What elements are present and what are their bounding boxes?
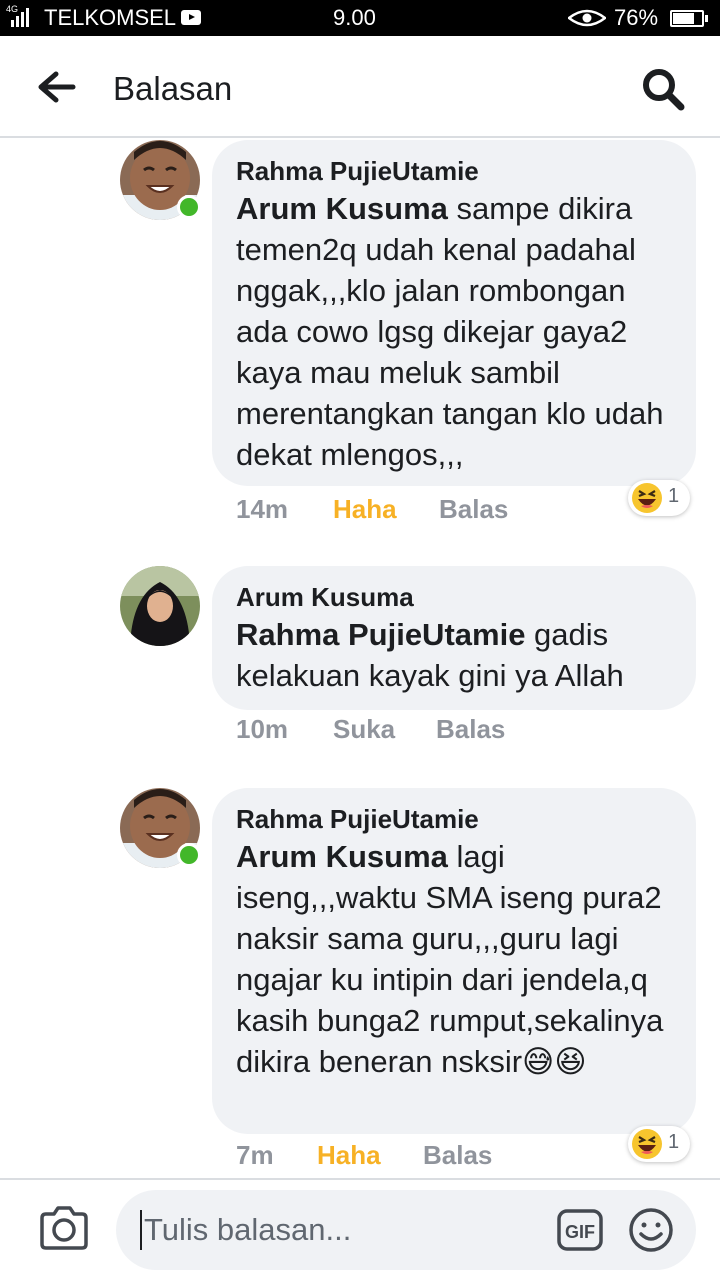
comment-time: 14m (236, 494, 289, 524)
reply-thread: Rahma PujieUtamie Arum Kusuma sampe diki… (0, 138, 720, 1178)
reply-input[interactable]: Tulis balasan... GIF (116, 1190, 696, 1270)
like-button[interactable]: Suka (333, 714, 395, 745)
status-bar: 4G TELKOMSEL 9.00 76% (0, 0, 720, 36)
reaction-summary[interactable]: 1 (628, 480, 690, 516)
comment-bubble[interactable]: Rahma PujieUtamie Arum Kusuma lagi iseng… (212, 788, 696, 1134)
carrier-name: TELKOMSEL (44, 5, 177, 30)
smiley-icon[interactable] (628, 1207, 674, 1253)
haha-reaction-button[interactable]: Haha (317, 1140, 381, 1171)
text-cursor (140, 1210, 142, 1250)
mention-link[interactable]: Rahma PujieUtamie (236, 617, 525, 652)
reply-button[interactable]: Balas (436, 714, 505, 745)
reply-button[interactable]: Balas (439, 494, 508, 525)
youtube-notification-icon (181, 10, 201, 25)
search-icon[interactable] (640, 66, 686, 112)
network-type: 4G (6, 4, 19, 14)
comment-time: 10m (236, 714, 289, 744)
comment-text: Arum Kusuma lagi iseng,,,waktu SMA iseng… (236, 836, 672, 1082)
comment-bubble[interactable]: Rahma PujieUtamie Arum Kusuma sampe diki… (212, 140, 696, 486)
comment-author[interactable]: Rahma PujieUtamie (236, 802, 672, 836)
signal-icon: 4G (6, 4, 29, 27)
comment-body: lagi iseng,,,waktu SMA iseng pura2 naksi… (236, 839, 664, 1079)
laughing-face-icon (632, 1129, 662, 1159)
battery-percent: 76% (614, 5, 659, 30)
comment-bubble[interactable]: Arum Kusuma Rahma PujieUtamie gadis kela… (212, 566, 696, 710)
mention-link[interactable]: Arum Kusuma (236, 191, 448, 226)
mention-link[interactable]: Arum Kusuma (236, 839, 448, 874)
page-title: Balasan (113, 70, 233, 107)
comment-body: sampe dikira temen2q udah kenal padahal … (236, 191, 664, 472)
online-indicator (177, 843, 201, 867)
clock: 9.00 (333, 5, 376, 30)
svg-text:GIF: GIF (565, 1222, 595, 1242)
eye-comfort-icon (568, 9, 606, 27)
battery-icon (670, 10, 708, 27)
avatar[interactable] (120, 566, 200, 646)
reply-placeholder: Tulis balasan... (144, 1212, 352, 1247)
laughing-face-icon (632, 483, 662, 513)
haha-reaction-button[interactable]: Haha (333, 494, 397, 525)
arrow-left-icon[interactable] (36, 70, 76, 104)
gif-icon[interactable]: GIF (556, 1208, 604, 1252)
reply-composer: Tulis balasan... GIF (0, 1178, 720, 1280)
reaction-count: 1 (668, 1131, 680, 1153)
top-bar: Balasan (0, 36, 720, 138)
reaction-count: 1 (668, 485, 680, 507)
comment-text: Rahma PujieUtamie gadis kelakuan kayak g… (236, 614, 672, 696)
comment-author[interactable]: Arum Kusuma (236, 580, 672, 614)
camera-icon[interactable] (38, 1204, 90, 1252)
comment-time: 7m (236, 1140, 274, 1170)
reaction-summary[interactable]: 1 (628, 1126, 690, 1162)
reply-button[interactable]: Balas (423, 1140, 492, 1171)
comment-author[interactable]: Rahma PujieUtamie (236, 154, 672, 188)
comment-text: Arum Kusuma sampe dikira temen2q udah ke… (236, 188, 672, 475)
online-indicator (177, 195, 201, 219)
